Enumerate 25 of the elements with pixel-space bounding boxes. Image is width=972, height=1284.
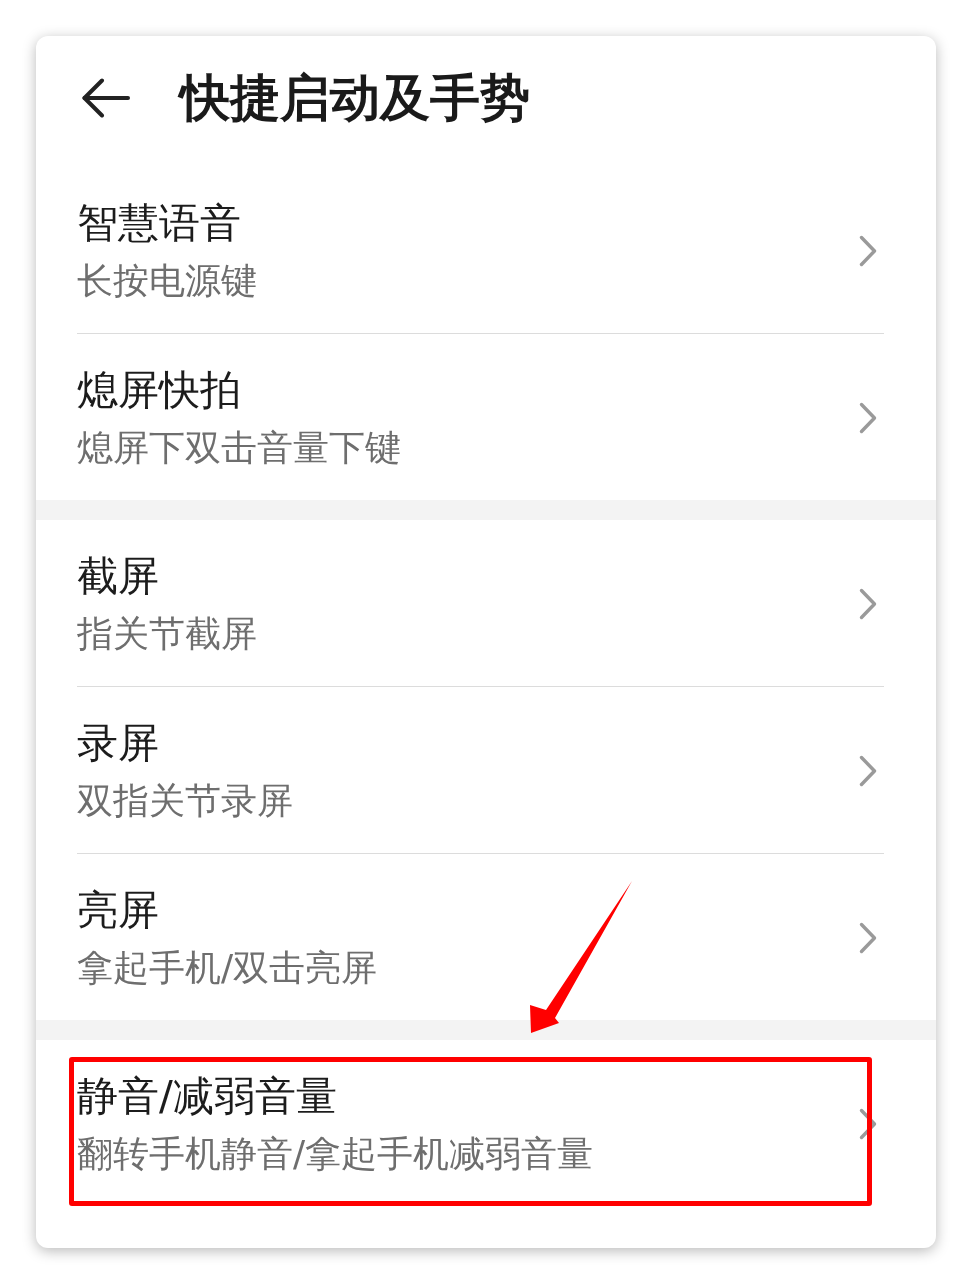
settings-row[interactable]: 智慧语音 长按电源键: [36, 167, 936, 333]
setting-title: 熄屏快拍: [77, 365, 241, 415]
back-icon[interactable]: [82, 77, 130, 118]
setting-description: 翻转手机静音/拿起手机减弱音量: [77, 1132, 594, 1176]
settings-row[interactable]: 熄屏快拍 熄屏下双击音量下键: [36, 334, 936, 500]
setting-description: 拿起手机/双击亮屏: [77, 946, 378, 990]
setting-description: 双指关节录屏: [77, 779, 293, 823]
setting-description: 熄屏下双击音量下键: [77, 426, 401, 470]
chevron-right-icon: [859, 588, 877, 620]
setting-title: 录屏: [77, 718, 159, 768]
settings-row[interactable]: 截屏 指关节截屏: [36, 520, 936, 686]
settings-row[interactable]: 录屏 双指关节录屏: [36, 687, 936, 853]
setting-title: 静音/减弱音量: [77, 1071, 337, 1121]
setting-title: 亮屏: [77, 885, 159, 935]
chevron-right-icon: [859, 235, 877, 267]
chevron-right-icon: [859, 922, 877, 954]
setting-description: 指关节截屏: [77, 612, 257, 656]
setting-title: 智慧语音: [77, 198, 241, 248]
chevron-right-icon: [859, 402, 877, 434]
settings-row[interactable]: 亮屏 拿起手机/双击亮屏: [36, 854, 936, 1020]
settings-row[interactable]: 静音/减弱音量 翻转手机静音/拿起手机减弱音量: [36, 1040, 936, 1206]
setting-description: 长按电源键: [77, 259, 257, 303]
setting-title: 截屏: [77, 551, 159, 601]
chevron-right-icon: [859, 1108, 877, 1140]
chevron-right-icon: [859, 755, 877, 787]
